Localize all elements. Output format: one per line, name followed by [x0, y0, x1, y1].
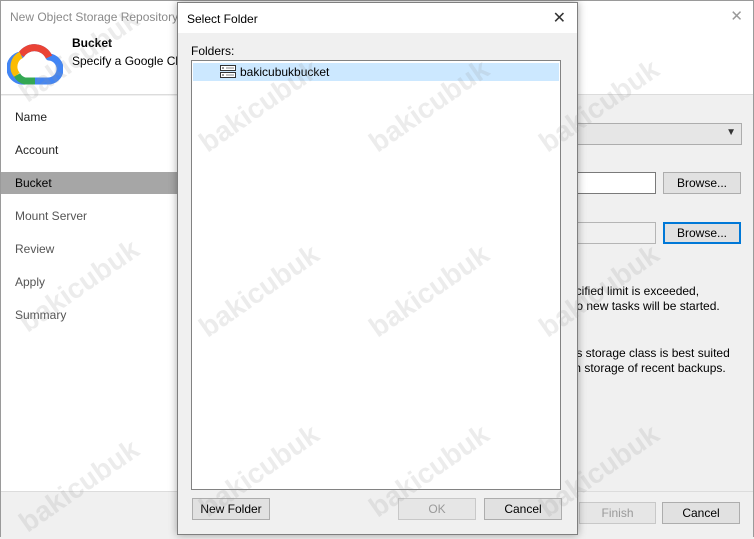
limit-text-line-1: ecified limit is exceeded, [569, 284, 700, 298]
browse-bucket-button[interactable]: Browse... [663, 172, 741, 194]
folder-textbox[interactable] [576, 222, 656, 244]
dialog-title: Select Folder [187, 12, 258, 26]
google-cloud-logo-icon [7, 44, 63, 85]
nav-item-bucket[interactable]: Bucket [1, 172, 179, 194]
nav-item-review[interactable]: Review [1, 238, 179, 260]
wizard-steps-nav: Name Account Bucket Mount Server Review … [1, 96, 179, 491]
nav-item-name[interactable]: Name [1, 106, 179, 128]
wizard-cancel-button[interactable]: Cancel [662, 502, 740, 524]
storage-text-line-1: his storage class is best suited [567, 346, 730, 360]
limit-text-line-2: t no new tasks will be started. [563, 299, 720, 313]
nav-item-mount-server[interactable]: Mount Server [1, 205, 179, 227]
new-folder-button[interactable]: New Folder [192, 498, 270, 520]
dialog-cancel-button[interactable]: Cancel [484, 498, 562, 520]
browse-folder-button[interactable]: Browse... [663, 222, 741, 244]
storage-text-line-2: rm storage of recent backups. [567, 361, 726, 375]
tree-item-label: bakicubukbucket [240, 65, 330, 79]
bucket-textbox[interactable] [576, 172, 656, 194]
nav-item-summary[interactable]: Summary [1, 304, 179, 326]
header-title: Bucket [72, 36, 113, 50]
nav-item-account[interactable]: Account [1, 139, 179, 161]
data-center-dropdown[interactable]: ▼ [576, 123, 742, 145]
bucket-icon [220, 65, 236, 78]
finish-button[interactable]: Finish [579, 502, 656, 524]
close-icon[interactable]: ✕ [553, 8, 566, 28]
select-folder-dialog: Select Folder ✕ Folders: bakicubukbucket… [177, 2, 578, 535]
nav-item-apply[interactable]: Apply [1, 271, 179, 293]
tree-item-bucket[interactable]: bakicubukbucket [193, 63, 559, 81]
dialog-titlebar: Select Folder ✕ [178, 3, 577, 33]
ok-button[interactable]: OK [398, 498, 476, 520]
header-subtitle: Specify a Google Clo [72, 54, 185, 68]
folders-label: Folders: [191, 44, 235, 58]
chevron-down-icon: ▼ [726, 127, 736, 138]
wizard-title: New Object Storage Repository [10, 10, 179, 24]
wizard-close-icon[interactable]: ✕ [730, 7, 743, 25]
folder-tree[interactable]: bakicubukbucket [191, 60, 561, 490]
